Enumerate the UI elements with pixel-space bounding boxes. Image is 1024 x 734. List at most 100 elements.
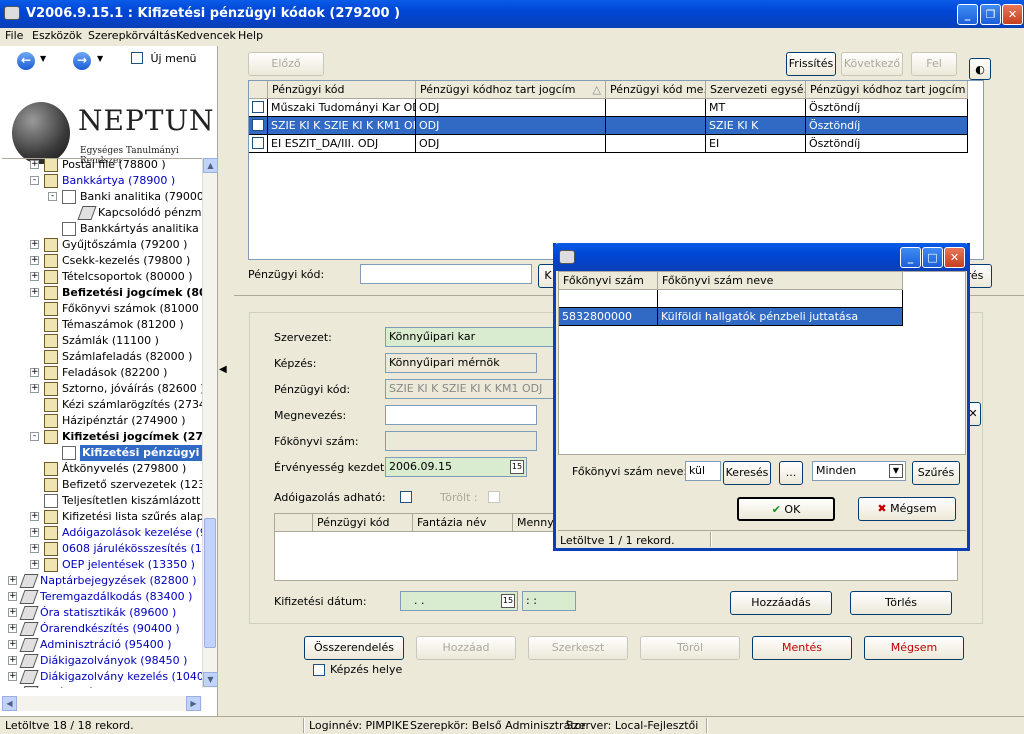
tree-horizontal-scrollbar[interactable]: ◀ ▶ xyxy=(2,696,202,711)
dlg-ok-button[interactable]: ✔ OK xyxy=(737,497,835,521)
menu-help[interactable]: Help xyxy=(238,29,263,42)
fokonyvi-szam-field[interactable] xyxy=(385,431,537,451)
penzugyi-kod-filter-input[interactable] xyxy=(360,264,532,284)
col-header-kod-me[interactable]: Pénzügyi kód me... xyxy=(606,81,706,99)
expand-icon[interactable]: + xyxy=(30,368,39,377)
hozzaadas-button[interactable]: Hozzáadás xyxy=(730,591,832,615)
scroll-thumb[interactable] xyxy=(204,518,216,648)
kifizetesi-datum-field[interactable]: . . 15 xyxy=(400,591,518,611)
expand-icon[interactable]: + xyxy=(8,624,17,633)
kepzes-helye-checkbox[interactable] xyxy=(313,664,325,676)
splitter-collapse-icon[interactable]: ◀ xyxy=(219,364,229,394)
expand-icon[interactable]: + xyxy=(8,640,17,649)
megsem-button[interactable]: Mégsem xyxy=(864,636,964,660)
table-cell[interactable]: SZIE KI K SZIE KI K KM1 ODJ xyxy=(268,117,416,135)
tree-vertical-scrollbar[interactable]: ▲ ▼ xyxy=(202,158,218,688)
expand-icon[interactable]: + xyxy=(30,240,39,249)
col-header-szervezeti[interactable]: Szervezeti egysé... xyxy=(706,81,806,99)
expand-icon[interactable]: + xyxy=(8,656,17,665)
sub-col-penzugyi-kod[interactable]: Pénzügyi kód xyxy=(313,514,413,532)
ervenyesseg-field[interactable]: 2006.09.15 15 xyxy=(385,457,527,477)
dlg-szures-button[interactable]: Szűrés xyxy=(912,461,960,485)
row-checkbox[interactable] xyxy=(252,137,264,149)
dlg-empty-cell[interactable] xyxy=(559,290,658,308)
calendar-icon[interactable]: 15 xyxy=(510,460,524,474)
dlg-col-fokonyvi-nev[interactable]: Főkönyvi szám neve xyxy=(658,272,903,290)
torol-button[interactable]: Töröl xyxy=(640,636,740,660)
table-cell[interactable]: Ösztöndíj xyxy=(806,135,968,153)
row-checkbox-cell[interactable] xyxy=(249,117,268,135)
szervezet-field[interactable]: Könnyűipari kar xyxy=(385,327,555,347)
kepzes-field[interactable]: Könnyűipari mérnök xyxy=(385,353,537,373)
table-cell[interactable]: Ösztöndíj xyxy=(806,117,968,135)
kovetkezo-button[interactable]: Következő xyxy=(841,52,903,76)
fel-button[interactable]: Fel xyxy=(911,52,957,76)
table-cell[interactable]: ODJ xyxy=(416,117,606,135)
forward-dropdown-icon[interactable]: ▼ xyxy=(97,54,103,63)
scroll-down-icon[interactable]: ▼ xyxy=(203,672,218,687)
sub-col-fantazia[interactable]: Fantázia név xyxy=(413,514,513,532)
elozo-button[interactable]: Előző xyxy=(248,52,324,76)
back-dropdown-icon[interactable]: ▼ xyxy=(40,54,46,63)
osszerendeles-button[interactable]: Összerendelés xyxy=(304,636,404,660)
scroll-up-icon[interactable]: ▲ xyxy=(203,158,218,173)
menu-szerepkorvaltas[interactable]: Szerepkörváltás xyxy=(88,29,176,42)
expand-icon[interactable]: + xyxy=(8,672,17,681)
frissites-button[interactable]: Frissítés xyxy=(786,52,836,76)
expand-icon[interactable]: + xyxy=(30,544,39,553)
restore-icon[interactable]: ❐ xyxy=(980,4,1001,25)
dlg-megsem-button[interactable]: ✖ Mégsem xyxy=(858,497,956,521)
penzugyi-kod-field[interactable]: SZIE KI K SZIE KI K KM1 ODJ xyxy=(385,379,555,399)
table-cell[interactable]: EI ESZIT_DA/III. ODJ xyxy=(268,135,416,153)
table-cell[interactable] xyxy=(606,99,706,117)
minimize-icon[interactable]: _ xyxy=(957,4,978,25)
megnevezes-field[interactable] xyxy=(385,405,537,425)
forward-icon[interactable]: → xyxy=(73,52,91,70)
szerkeszt-button[interactable]: Szerkeszt xyxy=(528,636,628,660)
dlg-row-fokonyvi-nev[interactable]: Külföldi hallgatók pénzbeli juttatása xyxy=(658,308,903,326)
table-cell[interactable] xyxy=(606,117,706,135)
menu-eszkozok[interactable]: Eszközök xyxy=(32,29,82,42)
row-checkbox[interactable] xyxy=(252,119,264,131)
dlg-row-fokonyvi-szam[interactable]: 5832800000 xyxy=(559,308,658,326)
hozzaad-button[interactable]: Hozzáad xyxy=(416,636,516,660)
torolt-checkbox[interactable] xyxy=(488,491,500,503)
table-cell[interactable]: ODJ xyxy=(416,99,606,117)
col-header-penzugyi-kod[interactable]: Pénzügyi kód xyxy=(268,81,416,99)
expand-icon[interactable]: + xyxy=(8,592,17,601)
dialog-close-icon[interactable]: ✕ xyxy=(944,247,965,268)
close-icon[interactable]: ✕ xyxy=(1002,4,1023,25)
table-cell[interactable]: ODJ xyxy=(416,135,606,153)
table-cell[interactable]: Műszaki Tudományi Kar ODJ xyxy=(268,99,416,117)
table-cell[interactable]: Ösztöndíj xyxy=(806,99,968,117)
back-icon[interactable]: ← xyxy=(17,52,35,70)
kifizetesi-ido-field[interactable]: : : xyxy=(522,591,576,611)
expand-icon[interactable]: + xyxy=(30,256,39,265)
pin-icon[interactable]: ◐ xyxy=(969,58,991,80)
expand-icon[interactable]: + xyxy=(8,576,17,585)
col-header-jogcim[interactable]: Pénzügyi kódhoz tart jogcím △ xyxy=(416,81,606,99)
chevron-down-icon[interactable]: ▼ xyxy=(889,464,903,478)
mentes-button[interactable]: Mentés xyxy=(752,636,852,660)
expand-icon[interactable]: + xyxy=(30,272,39,281)
table-cell[interactable]: MT xyxy=(706,99,806,117)
menu-kedvencek[interactable]: Kedvencek xyxy=(176,29,236,42)
adoigazolas-checkbox[interactable] xyxy=(400,491,412,503)
dlg-dots-button[interactable]: ... xyxy=(779,461,803,485)
table-cell[interactable]: EI xyxy=(706,135,806,153)
dlg-select[interactable]: Minden ▼ xyxy=(812,461,906,481)
dlg-empty-cell[interactable] xyxy=(658,290,903,308)
dialog-maximize-icon[interactable]: □ xyxy=(922,247,943,268)
row-checkbox[interactable] xyxy=(252,101,264,113)
col-header-jogcim-n[interactable]: Pénzügyi kódhoz tart jogcím n... xyxy=(806,81,968,99)
row-checkbox-cell[interactable] xyxy=(249,99,268,117)
expand-icon[interactable]: + xyxy=(30,384,39,393)
dlg-kereses-button[interactable]: Keresés xyxy=(723,461,771,485)
menu-file[interactable]: File xyxy=(5,29,23,42)
expand-icon[interactable]: + xyxy=(30,528,39,537)
expand-icon[interactable]: + xyxy=(30,160,39,169)
table-cell[interactable] xyxy=(606,135,706,153)
kifizetes-calendar-icon[interactable]: 15 xyxy=(501,594,515,608)
row-checkbox-cell[interactable] xyxy=(249,135,268,153)
expand-icon[interactable]: + xyxy=(30,288,39,297)
